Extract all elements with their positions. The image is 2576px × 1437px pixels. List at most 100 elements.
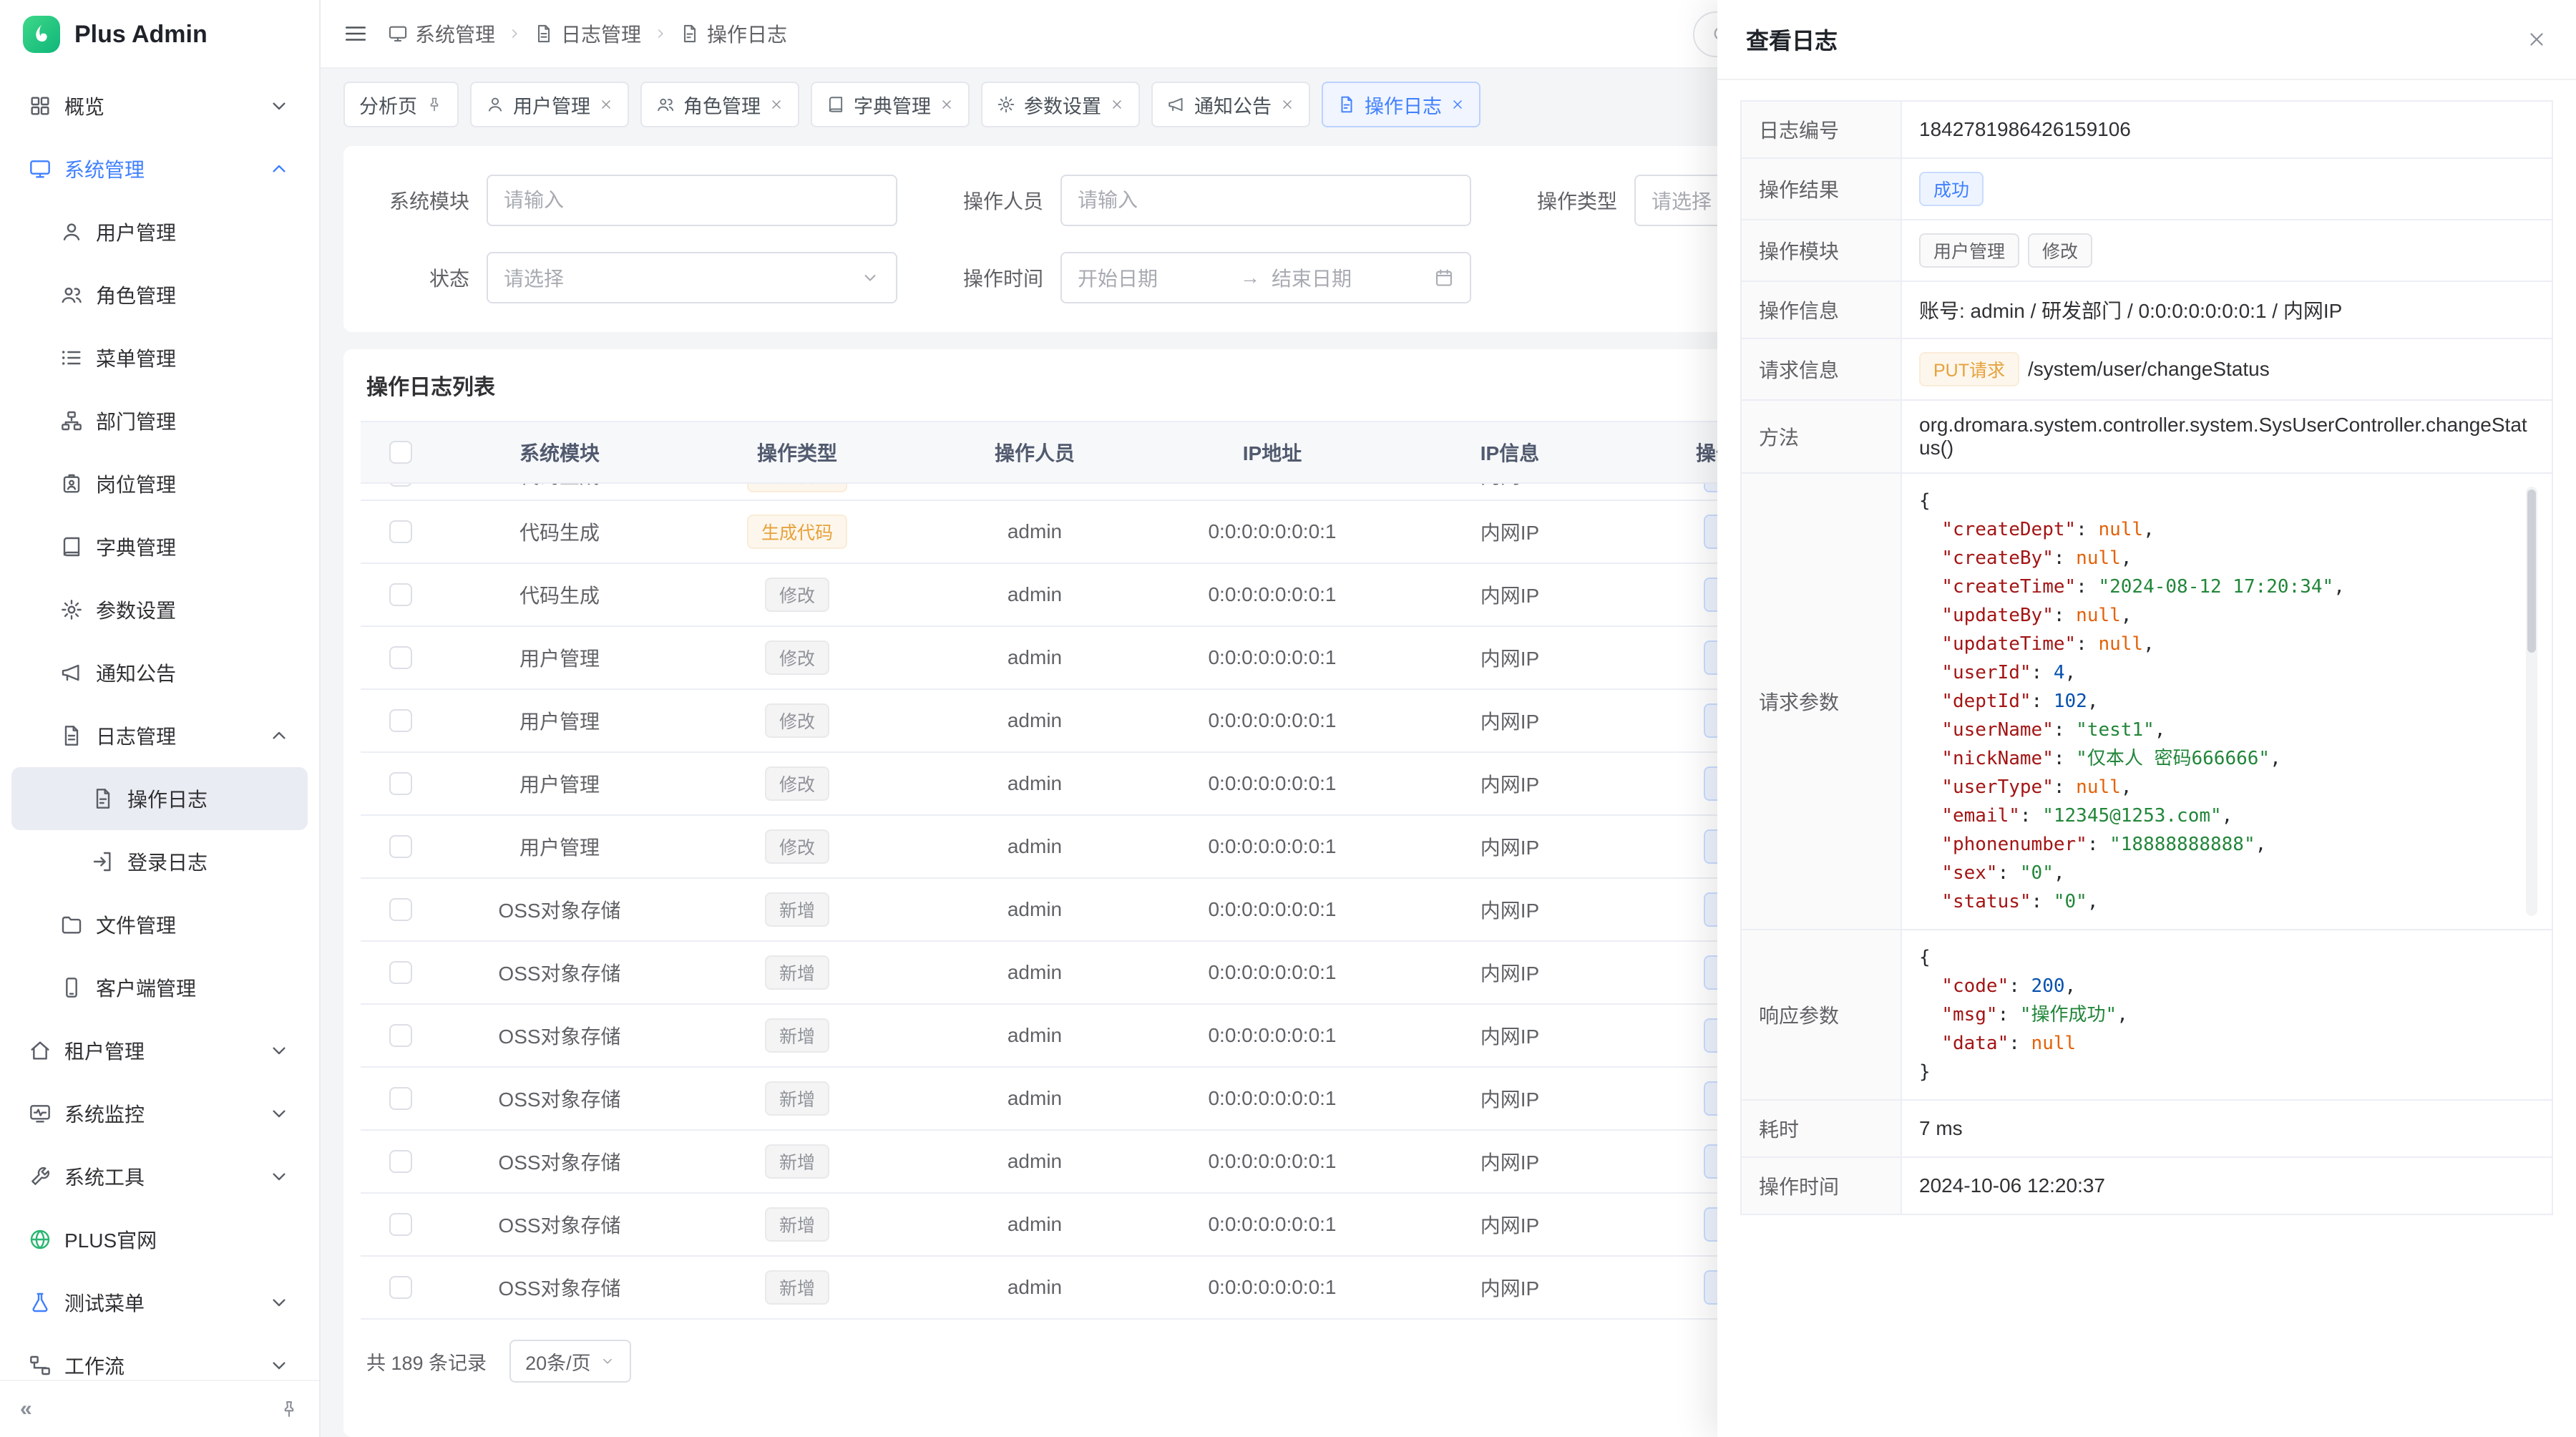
tab-user-mgmt[interactable]: 用户管理 xyxy=(470,82,629,127)
tree-icon xyxy=(60,409,83,432)
status-select[interactable]: 请选择 xyxy=(487,252,897,303)
close-icon[interactable] xyxy=(2526,29,2547,50)
page-size-select[interactable]: 20条/页 xyxy=(509,1340,631,1383)
chevron-down-icon xyxy=(860,268,880,288)
operation-time-daterange[interactable]: 开始日期→结束日期 xyxy=(1060,252,1471,303)
app-logo[interactable]: Plus Admin xyxy=(0,0,319,69)
row-checkbox[interactable] xyxy=(389,1213,412,1236)
row-checkbox[interactable] xyxy=(389,1087,412,1110)
operator-input[interactable] xyxy=(1060,175,1471,226)
cell-module: 代码生成 xyxy=(441,484,678,489)
hamburger-icon[interactable] xyxy=(343,21,368,46)
login-icon xyxy=(92,850,114,873)
column-header: IP信息 xyxy=(1391,438,1629,467)
sidebar-item-label: 登录日志 xyxy=(127,847,291,876)
sidebar-item-workflow[interactable]: 工作流 xyxy=(11,1334,308,1380)
sidebar-item-overview[interactable]: 概览 xyxy=(11,74,308,137)
cell-ip: 0:0:0:0:0:0:0:1 xyxy=(1153,1024,1391,1047)
sidebar-item-label: 系统监控 xyxy=(64,1099,255,1128)
detail-value: org.dromara.system.controller.system.Sys… xyxy=(1919,414,2534,459)
cell-ip: 0:0:0:0:0:0:0:1 xyxy=(1153,646,1391,669)
sidebar-footer: « xyxy=(0,1380,319,1437)
operator-input-field[interactable] xyxy=(1078,189,1454,212)
row-checkbox[interactable] xyxy=(389,1150,412,1173)
sidebar-item-user-mgmt[interactable]: 用户管理 xyxy=(11,200,308,263)
sidebar-item-label: 部门管理 xyxy=(96,406,291,435)
sidebar-item-role-mgmt[interactable]: 角色管理 xyxy=(11,263,308,326)
sidebar-item-label: 用户管理 xyxy=(96,218,291,246)
row-checkbox[interactable] xyxy=(389,835,412,858)
detail-row-request: 请求信息PUT请求/system/user/changeStatus xyxy=(1742,339,2552,401)
sidebar-item-log-mgmt[interactable]: 日志管理 xyxy=(11,704,308,767)
log-detail-drawer: 查看日志 日志编号1842781986426159106操作结果成功操作模块用户… xyxy=(1717,0,2576,1437)
pin-icon[interactable] xyxy=(426,96,443,113)
sidebar-item-sys-tools[interactable]: 系统工具 xyxy=(11,1145,308,1208)
detail-row-duration: 耗时7 ms xyxy=(1742,1101,2552,1158)
page-size-value: 20条/页 xyxy=(525,1348,591,1375)
tab-param-settings[interactable]: 参数设置 xyxy=(981,82,1140,127)
row-checkbox[interactable] xyxy=(389,898,412,921)
sidebar-item-sys-monitor[interactable]: 系统监控 xyxy=(11,1082,308,1145)
sidebar-item-client-mgmt[interactable]: 客户端管理 xyxy=(11,956,308,1019)
tab-oper-log[interactable]: 操作日志 xyxy=(1322,82,1480,127)
sidebar-item-oper-log[interactable]: 操作日志 xyxy=(11,767,308,830)
cell-module: 用户管理 xyxy=(441,832,678,861)
collapse-sidebar-icon[interactable]: « xyxy=(20,1397,32,1421)
sidebar-item-dept-mgmt[interactable]: 部门管理 xyxy=(11,389,308,452)
row-checkbox[interactable] xyxy=(389,1024,412,1047)
sidebar-item-dict-mgmt[interactable]: 字典管理 xyxy=(11,515,308,578)
row-checkbox[interactable] xyxy=(389,520,412,543)
sidebar-item-file-mgmt[interactable]: 文件管理 xyxy=(11,893,308,956)
system-module-input-field[interactable] xyxy=(504,189,880,212)
tab-notice[interactable]: 通知公告 xyxy=(1151,82,1310,127)
sidebar-item-test-menu[interactable]: 测试菜单 xyxy=(11,1271,308,1334)
tab-dict-mgmt[interactable]: 字典管理 xyxy=(811,82,970,127)
sidebar-item-menu-mgmt[interactable]: 菜单管理 xyxy=(11,326,308,389)
pin-sidebar-icon[interactable] xyxy=(279,1399,299,1419)
sidebar-item-post-mgmt[interactable]: 岗位管理 xyxy=(11,452,308,515)
sidebar-item-param-settings[interactable]: 参数设置 xyxy=(11,578,308,641)
grid-icon xyxy=(29,94,52,117)
system-module-input[interactable] xyxy=(487,175,897,226)
close-icon[interactable] xyxy=(599,97,613,112)
cell-ip: 0:0:0:0:0:0:0:1 xyxy=(1153,520,1391,543)
screen: Plus Admin 概览系统管理用户管理角色管理菜单管理部门管理岗位管理字典管… xyxy=(0,0,2576,1437)
app-title: Plus Admin xyxy=(74,21,208,49)
row-checkbox[interactable] xyxy=(389,961,412,984)
sidebar-item-system-mgmt[interactable]: 系统管理 xyxy=(11,137,308,200)
select-all-checkbox[interactable] xyxy=(389,441,412,464)
close-icon[interactable] xyxy=(769,97,784,112)
row-checkbox[interactable] xyxy=(389,1276,412,1299)
breadcrumb-item[interactable]: 日志管理 xyxy=(534,19,641,48)
cell-operator: admin xyxy=(916,709,1153,732)
row-checkbox[interactable] xyxy=(389,709,412,732)
row-checkbox[interactable] xyxy=(389,772,412,795)
row-checkbox[interactable] xyxy=(389,583,412,606)
tab-role-mgmt[interactable]: 角色管理 xyxy=(640,82,799,127)
tab-analysis[interactable]: 分析页 xyxy=(343,82,459,127)
scrollbar-thumb[interactable] xyxy=(2527,489,2536,653)
sidebar-item-notice[interactable]: 通知公告 xyxy=(11,641,308,704)
close-icon[interactable] xyxy=(1110,97,1124,112)
end-date-placeholder: 结束日期 xyxy=(1272,263,1423,292)
cell-ip-info: 内网IP xyxy=(1391,1273,1629,1302)
sidebar-item-label: 文件管理 xyxy=(96,910,291,939)
doc-edit-icon xyxy=(1337,95,1356,114)
row-checkbox[interactable] xyxy=(389,484,412,487)
field-label: 系统模块 xyxy=(369,186,469,215)
scrollbar[interactable] xyxy=(2526,487,2537,916)
cell-operator: admin xyxy=(916,1276,1153,1299)
cell-module: OSS对象存储 xyxy=(441,1021,678,1050)
log-detail-table: 日志编号1842781986426159106操作结果成功操作模块用户管理修改操… xyxy=(1740,100,2553,1215)
close-icon[interactable] xyxy=(1450,97,1465,112)
close-icon[interactable] xyxy=(940,97,954,112)
breadcrumb-item[interactable]: 系统管理 xyxy=(388,19,495,48)
cell-ip-info: 内网IP xyxy=(1391,643,1629,672)
sidebar-item-plus-site[interactable]: PLUS官网 xyxy=(11,1208,308,1271)
cell-operator: admin xyxy=(916,835,1153,858)
sidebar-item-tenant-mgmt[interactable]: 租户管理 xyxy=(11,1019,308,1082)
breadcrumb-item[interactable]: 操作日志 xyxy=(680,19,787,48)
sidebar-item-login-log[interactable]: 登录日志 xyxy=(11,830,308,893)
close-icon[interactable] xyxy=(1280,97,1294,112)
row-checkbox[interactable] xyxy=(389,646,412,669)
